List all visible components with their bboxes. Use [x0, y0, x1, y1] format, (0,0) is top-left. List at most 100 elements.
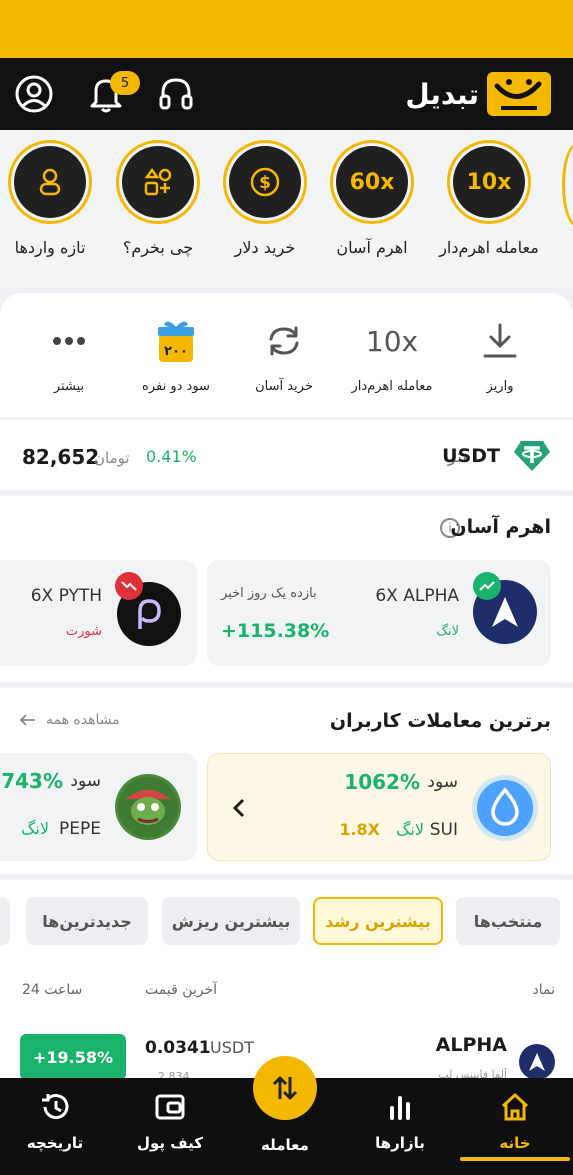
- nav-label: خانه: [499, 1134, 531, 1152]
- wallet-icon: [154, 1092, 186, 1126]
- story-buy-dollar[interactable]: $ خرید دلار: [210, 140, 320, 257]
- usdt-change: 0.41%: [146, 447, 197, 466]
- profit-value: 743%: [1, 769, 63, 793]
- qa-easy-buy[interactable]: خرید آسان: [229, 317, 339, 394]
- qa-badge: 10x: [365, 324, 419, 358]
- svg-text:$: $: [259, 173, 271, 193]
- story-label: تازه واردها: [14, 238, 86, 257]
- trade-fab-button[interactable]: [253, 1056, 317, 1120]
- sui-coin-icon: [472, 775, 538, 841]
- position-side: لانگ: [396, 820, 424, 839]
- nav-markets[interactable]: بازارها: [350, 1092, 450, 1152]
- gift-icon: ۲۰۰: [156, 317, 196, 365]
- story-badge: 10x: [453, 146, 525, 218]
- usdt-price: 82,652: [22, 445, 100, 469]
- coin-name: 6X PYTH: [30, 586, 102, 606]
- easy-leverage-section: i اهرم آسان 6X ALPHA لانگ بازده یک روز ا…: [0, 496, 573, 682]
- coin-name: PEPE: [59, 819, 101, 839]
- filter-top-gainers[interactable]: بیشترین رشد: [313, 897, 443, 945]
- col-change: 24 ساعت: [22, 982, 83, 998]
- change-pill: +19.58%: [20, 1034, 126, 1080]
- tether-icon: [513, 439, 551, 477]
- story-what-to-buy[interactable]: چی بخرم؟: [103, 140, 213, 257]
- swap-arrows-icon: [272, 1076, 298, 1100]
- download-icon: [482, 317, 518, 365]
- brand-logo-icon: [487, 72, 551, 116]
- bar-chart-icon: [385, 1092, 415, 1126]
- home-icon: [499, 1092, 531, 1126]
- profit-label: سود: [427, 772, 458, 792]
- story-partial[interactable]: [562, 143, 573, 227]
- nav-label: بازارها: [375, 1134, 425, 1152]
- story-label: خرید دلار: [234, 238, 296, 257]
- profit-value: 1062%: [344, 770, 420, 794]
- return-caption: بازده یک روز اخیر: [221, 586, 317, 601]
- story-easy-leverage[interactable]: 60x اهرم آسان: [317, 140, 427, 257]
- pepe-coin-icon: [115, 774, 181, 840]
- qa-referral[interactable]: ۲۰۰ سود دو نفره: [121, 317, 231, 394]
- svg-text:۲۰۰: ۲۰۰: [164, 344, 188, 359]
- see-all-link[interactable]: مشاهده همه: [20, 712, 120, 728]
- qa-leverage[interactable]: 10x معامله اهرم‌دار: [337, 317, 447, 395]
- filter-favorites[interactable]: منتخب‌ها: [456, 897, 560, 945]
- more-dots-icon: [52, 317, 86, 365]
- story-label: چی بخرم؟: [122, 238, 194, 257]
- nav-history[interactable]: تاریخچه: [5, 1092, 105, 1152]
- nav-label: معامله: [261, 1136, 309, 1154]
- col-last-price: آخرین قیمت: [145, 982, 218, 998]
- nav-home[interactable]: خانه: [465, 1092, 565, 1152]
- nav-wallet[interactable]: کیف پول: [120, 1092, 220, 1152]
- qa-more[interactable]: بیشتر: [14, 317, 124, 394]
- price-unit: تومان: [94, 449, 130, 467]
- leverage-card[interactable]: 6X PYTH شورت: [0, 560, 197, 666]
- trend-up-icon: [473, 572, 501, 600]
- top-trades-section: برترین معاملات کاربران مشاهده همه سود 10…: [0, 688, 573, 874]
- profile-icon[interactable]: [12, 72, 56, 116]
- story-label: معامله اهرم‌دار: [439, 238, 539, 257]
- position-side: لانگ: [436, 624, 459, 639]
- usdt-symbol: USDT: [442, 445, 500, 467]
- active-tab-indicator: [460, 1157, 570, 1161]
- nav-trade[interactable]: معامله: [235, 1128, 335, 1154]
- top-trade-card[interactable]: سود 743% PEPE لانگ: [0, 753, 197, 861]
- shapes-icon: [122, 146, 194, 218]
- arrow-left-icon: [20, 714, 35, 726]
- filter-chip-partial[interactable]: [0, 897, 10, 945]
- see-all-label: مشاهده همه: [46, 712, 120, 728]
- qa-label: معامله اهرم‌دار: [351, 379, 433, 394]
- filter-newest[interactable]: جدیدترین‌ها: [26, 897, 148, 945]
- alpha-coin-icon: [519, 1044, 555, 1080]
- row-symbol: ALPHA: [435, 1034, 507, 1056]
- headset-icon[interactable]: [154, 72, 198, 116]
- trend-down-icon: [115, 572, 143, 600]
- story-leverage-trading[interactable]: 10x معامله اهرم‌دار: [434, 140, 544, 257]
- leverage-value: 1.8X: [339, 820, 380, 839]
- return-value: +115.38%: [221, 620, 330, 642]
- stories-strip: تازه واردها چی بخرم؟ $ خرید دلار 60x اهر…: [0, 130, 573, 288]
- row-price-unit: USDT: [210, 1038, 254, 1057]
- brand[interactable]: تبدیل: [405, 72, 551, 116]
- section-title: برترین معاملات کاربران: [329, 710, 551, 732]
- coin-name: 6X ALPHA: [375, 586, 459, 606]
- coin-name: SUI: [429, 820, 458, 840]
- chevron-left-icon[interactable]: [232, 797, 246, 823]
- top-trade-card[interactable]: سود 1062% SUI لانگ 1.8X: [207, 753, 551, 861]
- position-side: شورت: [65, 624, 102, 639]
- nav-label: تاریخچه: [26, 1134, 84, 1152]
- filter-top-losers[interactable]: بیشترین ریزش: [162, 897, 300, 945]
- story-label: اهرم آسان: [336, 238, 408, 257]
- col-symbol: نماد: [532, 982, 556, 998]
- status-bar: [0, 0, 573, 58]
- notification-badge: 5: [110, 71, 140, 95]
- qa-deposit[interactable]: واریز: [445, 317, 555, 394]
- qa-label: خرید آسان: [255, 379, 313, 394]
- section-title: اهرم آسان: [450, 516, 551, 538]
- person-icon: [14, 146, 86, 218]
- usdt-ticker[interactable]: 82,652 تومان 0.41% تتر USDT: [0, 420, 573, 490]
- nav-label: کیف پول: [137, 1134, 203, 1152]
- market-section: جدیدترین‌ها بیشترین ریزش بیشترین رشد منت…: [0, 880, 573, 1083]
- story-newcomers[interactable]: تازه واردها: [0, 140, 105, 257]
- leverage-card[interactable]: 6X ALPHA لانگ بازده یک روز اخیر +115.38%: [207, 560, 551, 666]
- dollar-icon: $: [229, 146, 301, 218]
- qa-label: بیشتر: [53, 379, 85, 394]
